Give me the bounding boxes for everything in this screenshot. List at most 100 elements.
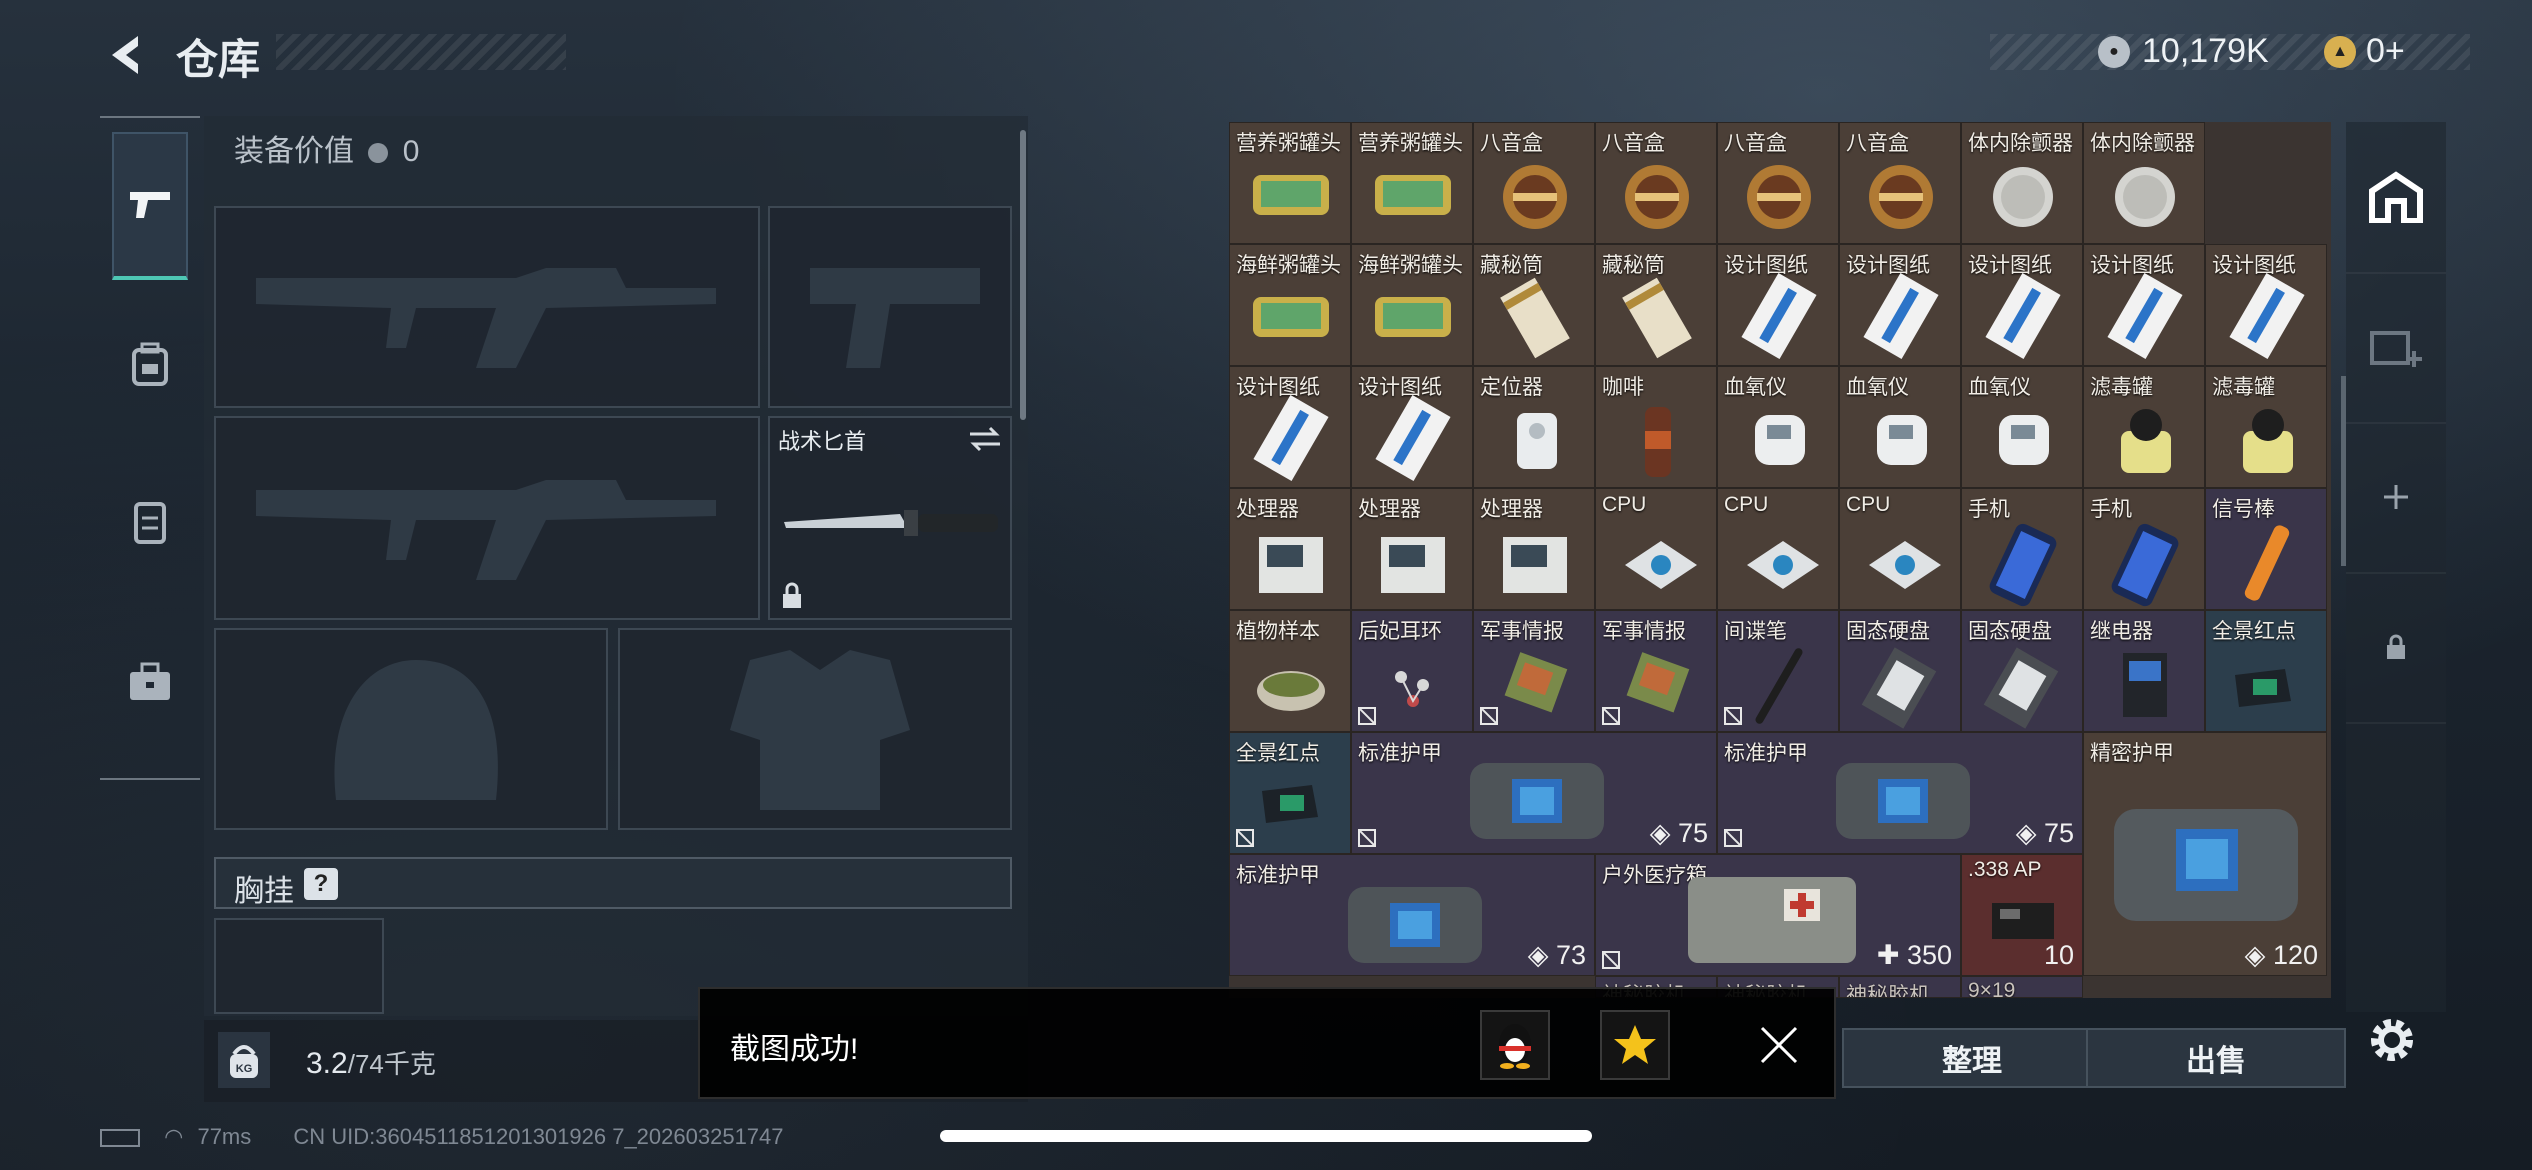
- item-cell[interactable]: CPU: [1717, 488, 1839, 610]
- item-cell[interactable]: 八音盒: [1595, 122, 1717, 244]
- item-cell[interactable]: 定位器: [1473, 366, 1595, 488]
- item-cell[interactable]: 血氧仪: [1839, 366, 1961, 488]
- item-cell[interactable]: 血氧仪: [1717, 366, 1839, 488]
- item-cell-large[interactable]: 标准护甲 ◈ 73: [1229, 854, 1595, 976]
- item-cell[interactable]: CPU: [1595, 488, 1717, 610]
- item-cell[interactable]: 手机: [1961, 488, 2083, 610]
- chest-rig-slot[interactable]: [214, 918, 384, 1014]
- item-cell-large[interactable]: 户外医疗箱 ✚ 350: [1595, 854, 1961, 976]
- share-qzone-button[interactable]: [1600, 1010, 1670, 1080]
- rail-case[interactable]: [112, 608, 188, 756]
- melee-slot[interactable]: 战术匕首: [768, 416, 1012, 620]
- helmet-slot[interactable]: [214, 628, 608, 830]
- item-cell[interactable]: 手机: [2083, 488, 2205, 610]
- item-cell[interactable]: 处理器: [1473, 488, 1595, 610]
- share-qq-button[interactable]: [1480, 1010, 1550, 1080]
- item-cell[interactable]: 设计图纸: [1351, 366, 1473, 488]
- item-海鲜粥罐头-icon: [1375, 297, 1451, 337]
- item-cell[interactable]: 滤毒罐: [2083, 366, 2205, 488]
- close-icon[interactable]: [1756, 1022, 1802, 1068]
- item-cell[interactable]: 植物样本: [1229, 610, 1351, 732]
- item-durability: ◈ 75: [1649, 818, 1708, 848]
- item-name: 9×19: [1968, 979, 2016, 998]
- item-cell[interactable]: 八音盒: [1839, 122, 1961, 244]
- equipment-value-number: 0: [402, 135, 420, 168]
- tool-storage[interactable]: [2346, 122, 2446, 274]
- item-cell[interactable]: 设计图纸: [1839, 244, 1961, 366]
- item-cell[interactable]: 军事情报: [1473, 610, 1595, 732]
- armor-bag-icon: [1348, 887, 1482, 963]
- item-cell[interactable]: 设计图纸: [1229, 366, 1351, 488]
- item-cell[interactable]: 体内除颤器: [2083, 122, 2205, 244]
- item-cell[interactable]: 血氧仪: [1961, 366, 2083, 488]
- item-cell-large[interactable]: .338 AP 10: [1961, 854, 2083, 976]
- equipment-scrollbar[interactable]: [1020, 130, 1026, 420]
- no-insure-icon: [1358, 829, 1376, 847]
- item-cell[interactable]: 设计图纸: [1961, 244, 2083, 366]
- sort-button[interactable]: 整理: [1842, 1028, 2102, 1088]
- item-cell[interactable]: CPU: [1839, 488, 1961, 610]
- item-cell-large[interactable]: 标准护甲 ◈ 75: [1717, 732, 2083, 854]
- settings-gear-icon[interactable]: [2362, 1010, 2422, 1070]
- item-手机-icon: [2111, 523, 2179, 607]
- currency-gold-amount[interactable]: 0+: [2366, 32, 2405, 71]
- item-cell[interactable]: 处理器: [1229, 488, 1351, 610]
- secondary-weapon-slot[interactable]: [214, 416, 760, 620]
- primary-weapon-slot[interactable]: [214, 206, 760, 408]
- item-cell[interactable]: 设计图纸: [1717, 244, 1839, 366]
- item-cell-partial[interactable]: 9×19: [1961, 976, 2083, 998]
- item-cell[interactable]: 营养粥罐头: [1351, 122, 1473, 244]
- item-cell[interactable]: 滤毒罐: [2205, 366, 2327, 488]
- rail-weapons[interactable]: [112, 132, 188, 280]
- item-cell[interactable]: 八音盒: [1717, 122, 1839, 244]
- item-CPU-icon: [1869, 541, 1941, 589]
- red-dot-sight-icon: [1262, 785, 1318, 823]
- item-cell-large[interactable]: 全景红点: [1229, 732, 1351, 854]
- item-cell[interactable]: 设计图纸: [2205, 244, 2327, 366]
- item-cell[interactable]: 藏秘筒: [1473, 244, 1595, 366]
- item-name: 精密护甲: [2090, 742, 2174, 765]
- help-icon[interactable]: ?: [304, 868, 338, 900]
- home-indicator[interactable]: [940, 1130, 1592, 1142]
- back-arrow-icon[interactable]: [100, 30, 150, 80]
- durability-value: 75: [1677, 818, 1708, 848]
- sell-button[interactable]: 出售: [2086, 1028, 2346, 1088]
- item-cell[interactable]: 藏秘筒: [1595, 244, 1717, 366]
- pistol-slot[interactable]: [768, 206, 1012, 408]
- weight-current: 3.2: [306, 1047, 348, 1080]
- item-cell-large[interactable]: 标准护甲 ◈ 75: [1351, 732, 1717, 854]
- plus-icon: [2384, 485, 2408, 509]
- item-cell[interactable]: 信号棒: [2205, 488, 2327, 610]
- rail-backpack[interactable]: [112, 290, 188, 438]
- item-cell[interactable]: 营养粥罐头: [1229, 122, 1351, 244]
- item-cell[interactable]: 后妃耳环: [1351, 610, 1473, 732]
- item-cell[interactable]: 海鲜粥罐头: [1351, 244, 1473, 366]
- item-cell[interactable]: 固态硬盘: [1839, 610, 1961, 732]
- item-继电器-icon: [2123, 653, 2167, 717]
- item-cell[interactable]: 固态硬盘: [1961, 610, 2083, 732]
- item-cell[interactable]: 体内除颤器: [1961, 122, 2083, 244]
- kg-label: KG: [236, 1063, 253, 1075]
- item-cell[interactable]: 设计图纸: [2083, 244, 2205, 366]
- swap-icon[interactable]: [968, 426, 1002, 452]
- tool-add[interactable]: [2346, 422, 2446, 574]
- item-cell[interactable]: 全景红点: [2205, 610, 2327, 732]
- weight-readout: 3.2/74千克: [306, 1044, 436, 1081]
- item-cell-large[interactable]: 精密护甲 ◈ 120: [2083, 732, 2327, 976]
- rail-vest[interactable]: [112, 448, 188, 596]
- tool-expand[interactable]: [2346, 272, 2446, 424]
- item-cell-partial[interactable]: 神秘胶机: [1839, 976, 1961, 998]
- tool-lock[interactable]: [2346, 572, 2446, 724]
- item-cell[interactable]: 八音盒: [1473, 122, 1595, 244]
- item-CPU-icon: [1747, 541, 1819, 589]
- item-cell[interactable]: 海鲜粥罐头: [1229, 244, 1351, 366]
- item-cell[interactable]: 继电器: [2083, 610, 2205, 732]
- armor-slot[interactable]: [618, 628, 1012, 830]
- helmet-silhouette-icon: [334, 660, 498, 800]
- item-cell[interactable]: 军事情报: [1595, 610, 1717, 732]
- item-cell[interactable]: 咖啡: [1595, 366, 1717, 488]
- item-cell[interactable]: 间谍笔: [1717, 610, 1839, 732]
- item-八音盒-icon: [1625, 165, 1689, 229]
- durability-value: 75: [2043, 818, 2074, 848]
- item-cell[interactable]: 处理器: [1351, 488, 1473, 610]
